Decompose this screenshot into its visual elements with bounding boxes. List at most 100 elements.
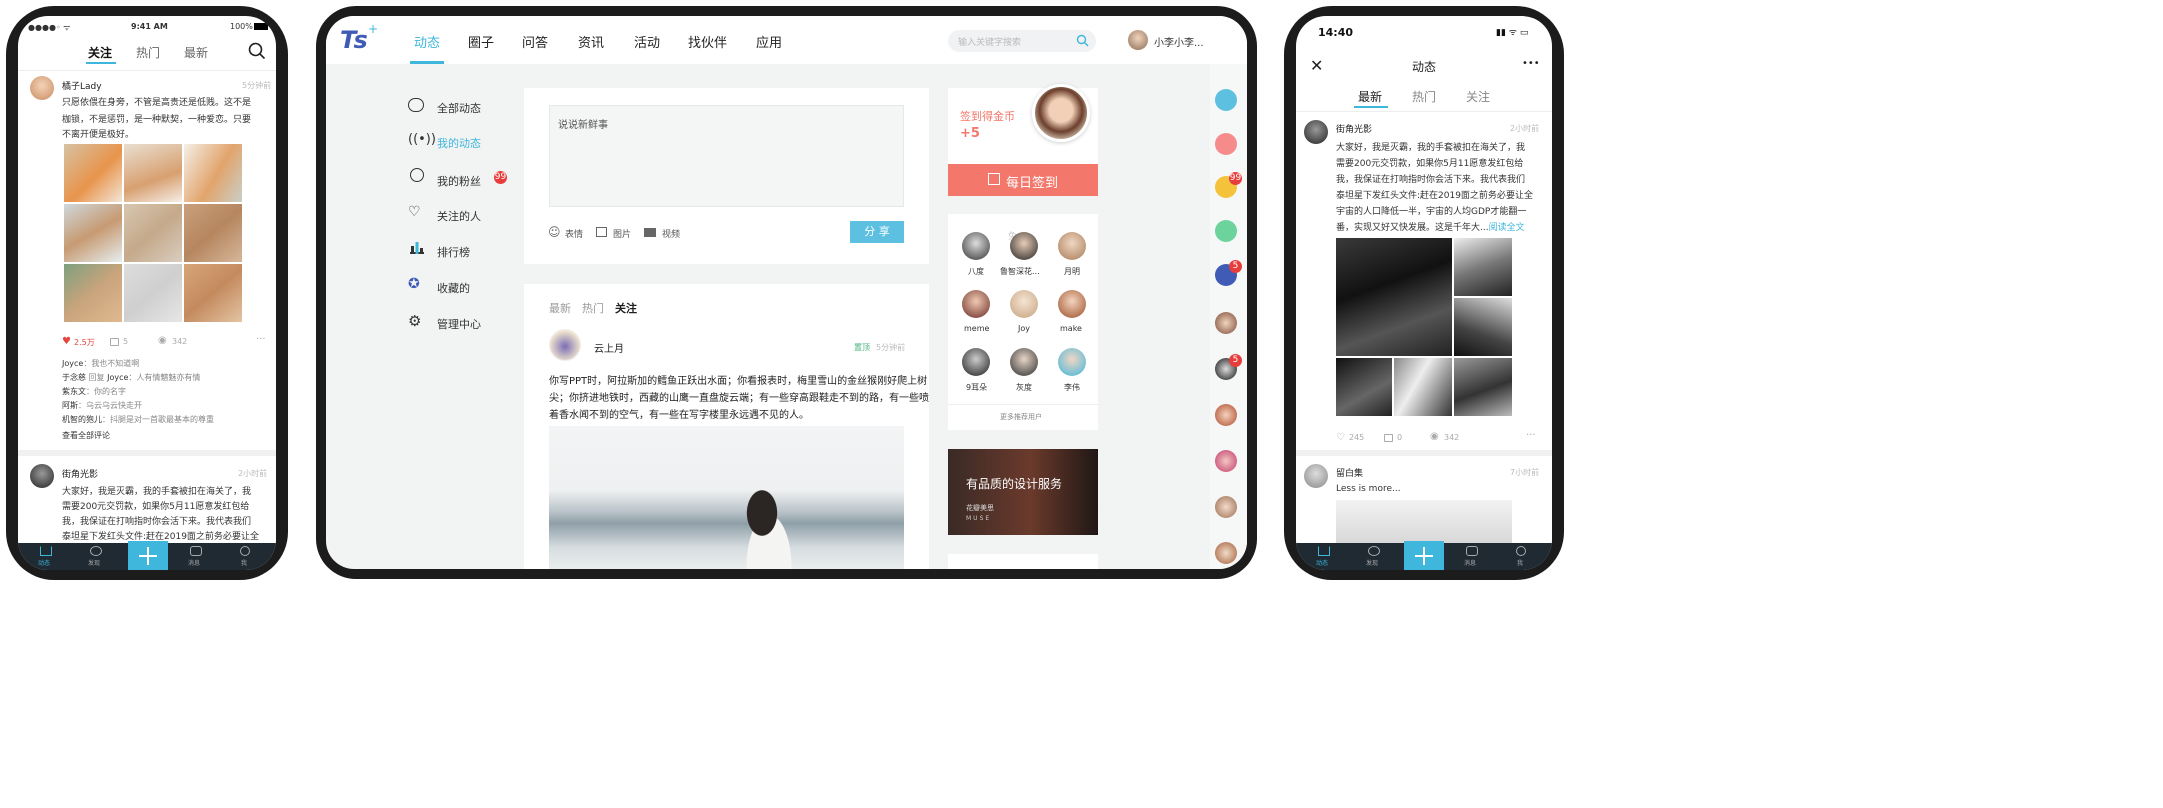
post-photo[interactable] (1454, 358, 1512, 416)
tab-hot[interactable]: 热门 (1412, 88, 1436, 105)
nav-item-circle[interactable]: 圈子 (468, 32, 494, 51)
recommend-avatar[interactable] (1010, 348, 1038, 376)
post-photo[interactable] (184, 264, 242, 322)
view-all-comments-link[interactable]: 查看全部评论 (62, 430, 110, 441)
nav-item-events[interactable]: 活动 (634, 32, 660, 51)
more-recommend-link[interactable]: 更多推荐用户 (1000, 412, 1042, 422)
nav-message[interactable]: 消息 (188, 558, 200, 567)
emoji-icon[interactable]: ☺ (548, 225, 561, 239)
read-more-link[interactable]: 阅读全文 (1489, 223, 1525, 233)
post-photo[interactable] (184, 204, 242, 262)
nav-message-icon[interactable] (1466, 546, 1478, 556)
nav-feed-icon[interactable] (1318, 546, 1330, 556)
feed-tab-latest[interactable]: 最新 (549, 300, 571, 316)
post-photo[interactable] (1394, 358, 1452, 416)
recommend-name[interactable]: 9耳朵 (966, 382, 987, 393)
reply-name[interactable]: 机智的狍儿 (62, 415, 102, 424)
reply-name[interactable]: 紫东文 (62, 387, 86, 396)
avatar[interactable] (30, 76, 54, 100)
like-icon[interactable]: ♡ (1336, 432, 1345, 443)
contact-avatar[interactable] (1215, 542, 1237, 564)
nav-message[interactable]: 消息 (1464, 558, 1476, 567)
nav-item-partner[interactable]: 找伙伴 (688, 32, 727, 51)
reply-name[interactable]: Joyce (62, 359, 83, 368)
video-icon[interactable] (644, 228, 656, 237)
contact-avatar[interactable] (1215, 312, 1237, 334)
post-avatar[interactable] (549, 329, 581, 361)
more-icon[interactable]: ··· (1526, 430, 1536, 441)
like-icon[interactable]: ♥ (62, 336, 71, 347)
reply-name[interactable]: 于念慈 (62, 373, 86, 382)
nav-discover-icon[interactable] (90, 546, 102, 556)
reply-name[interactable]: Joyce (107, 373, 128, 382)
recommend-avatar[interactable] (1058, 232, 1086, 260)
tab-following[interactable]: 关注 (1466, 88, 1490, 105)
post-photo[interactable] (184, 144, 242, 202)
logo[interactable]: Ts (340, 26, 368, 54)
close-icon[interactable]: ✕ (1310, 56, 1323, 75)
recommend-name[interactable]: make (1060, 324, 1082, 333)
compose-button[interactable] (1404, 541, 1444, 570)
ad-banner[interactable]: 有品质的设计服务 花瓣美思 MUSE (948, 449, 1098, 535)
sidebar-item-rank[interactable]: 排行榜 (437, 244, 470, 260)
nav-item-apps[interactable]: 应用 (756, 32, 782, 51)
post-photo[interactable] (1336, 500, 1512, 544)
message-icon[interactable] (1215, 89, 1237, 111)
more-menu-icon[interactable]: ••• (1522, 58, 1540, 69)
compose-button[interactable] (128, 541, 168, 570)
avatar[interactable] (1304, 464, 1328, 488)
search-icon[interactable] (248, 42, 266, 60)
nav-me[interactable]: 我 (1517, 558, 1523, 567)
recommend-name[interactable]: 月明 (1064, 266, 1080, 277)
nav-me-icon[interactable] (1516, 546, 1526, 556)
recommend-avatar[interactable] (1010, 232, 1038, 260)
recommend-avatar[interactable] (962, 232, 990, 260)
nav-discover-icon[interactable] (1368, 546, 1380, 556)
sidebar-item-admin[interactable]: 管理中心 (437, 316, 481, 332)
reply-name[interactable]: 阿斯 (62, 401, 78, 410)
post-author[interactable]: 留白集 (1336, 466, 1363, 479)
search-box[interactable]: 输入关键字搜索 (948, 30, 1096, 52)
sidebar-item-following[interactable]: 关注的人 (437, 208, 481, 224)
recommend-avatar[interactable] (962, 348, 990, 376)
comment-icon[interactable] (1384, 434, 1393, 442)
avatar[interactable] (1304, 120, 1328, 144)
recommend-name[interactable]: meme (964, 324, 989, 333)
heart-icon[interactable] (1215, 133, 1237, 155)
nav-message-icon[interactable] (190, 546, 202, 556)
post-photo[interactable] (1454, 298, 1512, 356)
post-photo[interactable] (64, 144, 122, 202)
tab-hot[interactable]: 热门 (136, 44, 160, 61)
nav-item-feed[interactable]: 动态 (414, 32, 440, 51)
post-photo[interactable] (1336, 358, 1392, 416)
image-icon[interactable] (596, 227, 607, 237)
post-photo[interactable] (549, 426, 904, 569)
nav-discover[interactable]: 发现 (88, 558, 100, 567)
user-name[interactable]: 小李小李... (1154, 34, 1204, 49)
feed-tab-following[interactable]: 关注 (615, 300, 637, 316)
sidebar-item-favorites[interactable]: 收藏的 (437, 280, 470, 296)
recommend-name[interactable]: Joy (1018, 324, 1030, 333)
user-avatar[interactable] (1128, 30, 1148, 50)
contact-avatar[interactable] (1215, 496, 1237, 518)
feed-tab-hot[interactable]: 热门 (582, 300, 604, 316)
recommend-avatar[interactable] (1058, 290, 1086, 318)
recommend-name[interactable]: 灰度 (1016, 382, 1032, 393)
emoji-button[interactable]: 表情 (565, 227, 583, 240)
post-photo[interactable] (64, 204, 122, 262)
search-icon[interactable] (1076, 34, 1089, 47)
post-author[interactable]: 橘子Lady (62, 79, 102, 92)
nav-item-qa[interactable]: 问答 (522, 32, 548, 51)
contact-avatar[interactable] (1215, 450, 1237, 472)
nav-discover[interactable]: 发现 (1366, 558, 1378, 567)
tab-follow[interactable]: 关注 (88, 44, 112, 61)
post-author[interactable]: 街角光影 (62, 467, 98, 480)
comment-icon[interactable] (110, 338, 119, 346)
nav-feed[interactable]: 动态 (38, 558, 50, 567)
recommend-name[interactable]: 鲁智深花... (1000, 266, 1040, 277)
post-photo[interactable] (1336, 238, 1452, 356)
avatar[interactable] (30, 464, 54, 488)
recommend-avatar[interactable] (962, 290, 990, 318)
tab-latest[interactable]: 最新 (184, 44, 208, 61)
post-photo[interactable] (64, 264, 122, 322)
